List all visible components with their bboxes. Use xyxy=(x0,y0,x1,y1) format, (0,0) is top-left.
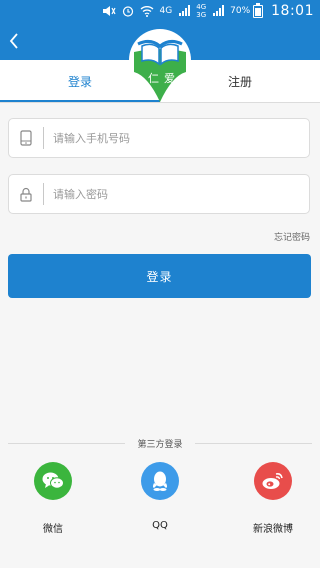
network-type-bottom: 3G xyxy=(196,11,207,19)
phone-input[interactable] xyxy=(44,118,309,158)
lock-icon xyxy=(9,174,43,214)
forgot-password-link[interactable]: 忘记密码 xyxy=(274,230,310,243)
network-type-top: 4G xyxy=(196,3,207,11)
network-type-label-2: 4G 3G xyxy=(196,3,206,19)
phone-icon xyxy=(9,118,43,158)
logo-text-left: 仁 xyxy=(148,72,159,85)
weibo-login[interactable]: 新浪微博 xyxy=(233,462,313,535)
password-field[interactable] xyxy=(8,174,310,214)
qq-icon[interactable] xyxy=(141,462,179,500)
network-type-label: 4G xyxy=(159,6,173,16)
battery-fill xyxy=(255,7,262,16)
qq-label: QQ xyxy=(152,520,168,531)
password-input[interactable] xyxy=(44,174,309,214)
battery-icon xyxy=(253,2,264,18)
alarm-icon xyxy=(122,5,134,17)
wechat-login[interactable]: 微信 xyxy=(13,462,93,535)
wifi-icon xyxy=(140,5,154,17)
signal-icon-2 xyxy=(212,5,225,17)
signal-icon xyxy=(178,5,191,17)
weibo-icon[interactable] xyxy=(254,462,292,500)
logo-text-right: 爱 xyxy=(164,72,175,85)
phone-field[interactable] xyxy=(8,118,310,158)
status-bar: 4G 4G 3G 70% 18:01 xyxy=(0,0,320,22)
app-logo: 仁 爱 xyxy=(128,28,192,104)
battery-percent: 70% xyxy=(230,6,251,16)
third-party-title: 第三方登录 xyxy=(0,437,320,450)
wechat-label: 微信 xyxy=(43,524,63,535)
wechat-icon[interactable] xyxy=(34,462,72,500)
mute-icon xyxy=(102,5,116,17)
weibo-label: 新浪微博 xyxy=(253,524,293,535)
qq-login[interactable]: QQ xyxy=(120,462,200,531)
clock: 18:01 xyxy=(271,3,314,19)
login-button[interactable]: 登录 xyxy=(8,254,311,298)
third-party-title-text: 第三方登录 xyxy=(131,440,189,450)
back-icon[interactable] xyxy=(6,30,22,52)
